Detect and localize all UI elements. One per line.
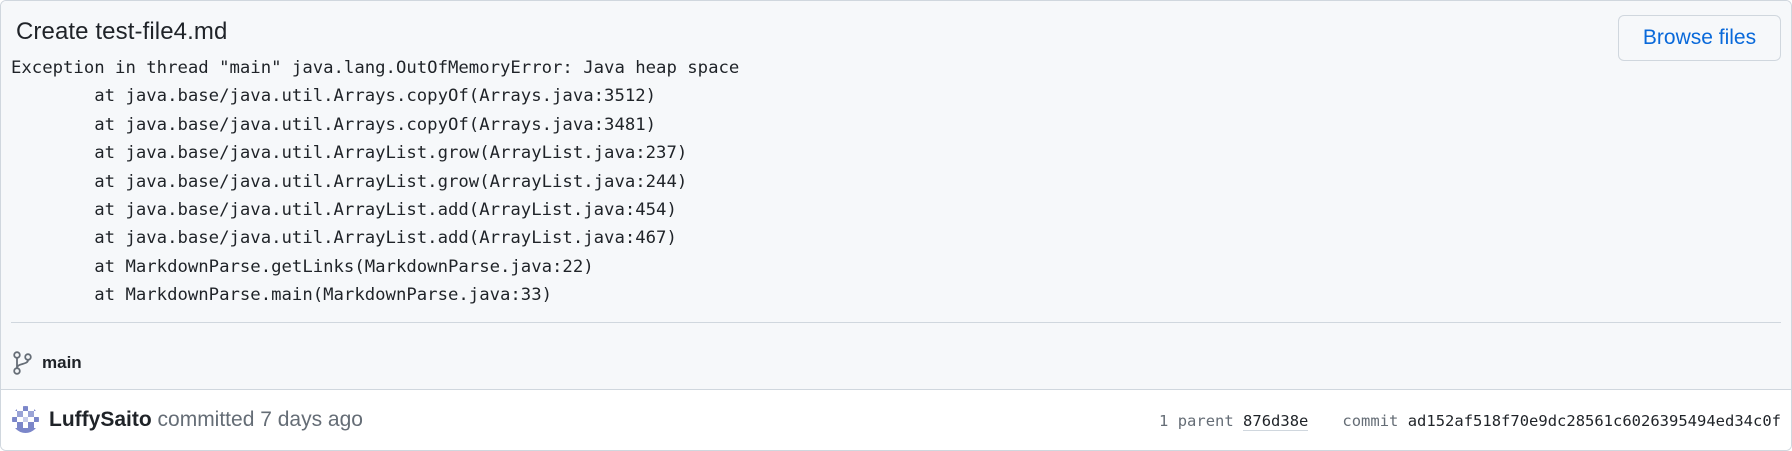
commit-label: commit <box>1342 412 1399 430</box>
author-name[interactable]: LuffySaito <box>49 408 152 431</box>
description-line: at MarkdownParse.main(MarkdownParse.java… <box>11 285 553 306</box>
commit-sha: ad152af518f70e9dc28561c6026395494ed34c0f <box>1407 412 1781 430</box>
commit-description: Exception in thread "main" java.lang.Out… <box>11 54 739 310</box>
browse-files-button[interactable]: Browse files <box>1618 15 1781 61</box>
description-line: at java.base/java.util.Arrays.copyOf(Arr… <box>11 86 657 107</box>
divider <box>11 322 1781 323</box>
avatar[interactable] <box>12 406 39 433</box>
description-line: at java.base/java.util.ArrayList.grow(Ar… <box>11 171 688 192</box>
branch-info: main <box>12 351 82 375</box>
description-line: at java.base/java.util.ArrayList.add(Arr… <box>11 200 677 221</box>
description-line: at java.base/java.util.ArrayList.add(Arr… <box>11 228 677 249</box>
commit-title: Create test-file4.md <box>16 18 228 45</box>
commit-header: Create test-file4.md Browse files Except… <box>1 1 1791 389</box>
description-line: at MarkdownParse.getLinks(MarkdownParse.… <box>11 256 594 277</box>
description-line: at java.base/java.util.Arrays.copyOf(Arr… <box>11 114 657 135</box>
description-line: Exception in thread "main" java.lang.Out… <box>11 58 740 78</box>
committed-text: committed <box>157 408 255 431</box>
relative-time: 7 days ago <box>260 408 363 431</box>
description-line: at java.base/java.util.ArrayList.grow(Ar… <box>11 143 688 164</box>
author-line: LuffySaito committed 7 days ago <box>49 406 363 434</box>
parent-sha-link[interactable]: 876d38e <box>1243 412 1309 431</box>
parent-count-label: 1 parent <box>1159 412 1234 430</box>
branch-name[interactable]: main <box>42 353 82 373</box>
commit-sha-info: 1 parent 876d38e commit ad152af518f70e9dc… <box>1159 410 1781 432</box>
commit-meta: LuffySaito committed 7 days ago 1 parent… <box>1 389 1791 450</box>
commit-container: Create test-file4.md Browse files Except… <box>0 0 1792 451</box>
git-branch-icon <box>12 351 34 375</box>
